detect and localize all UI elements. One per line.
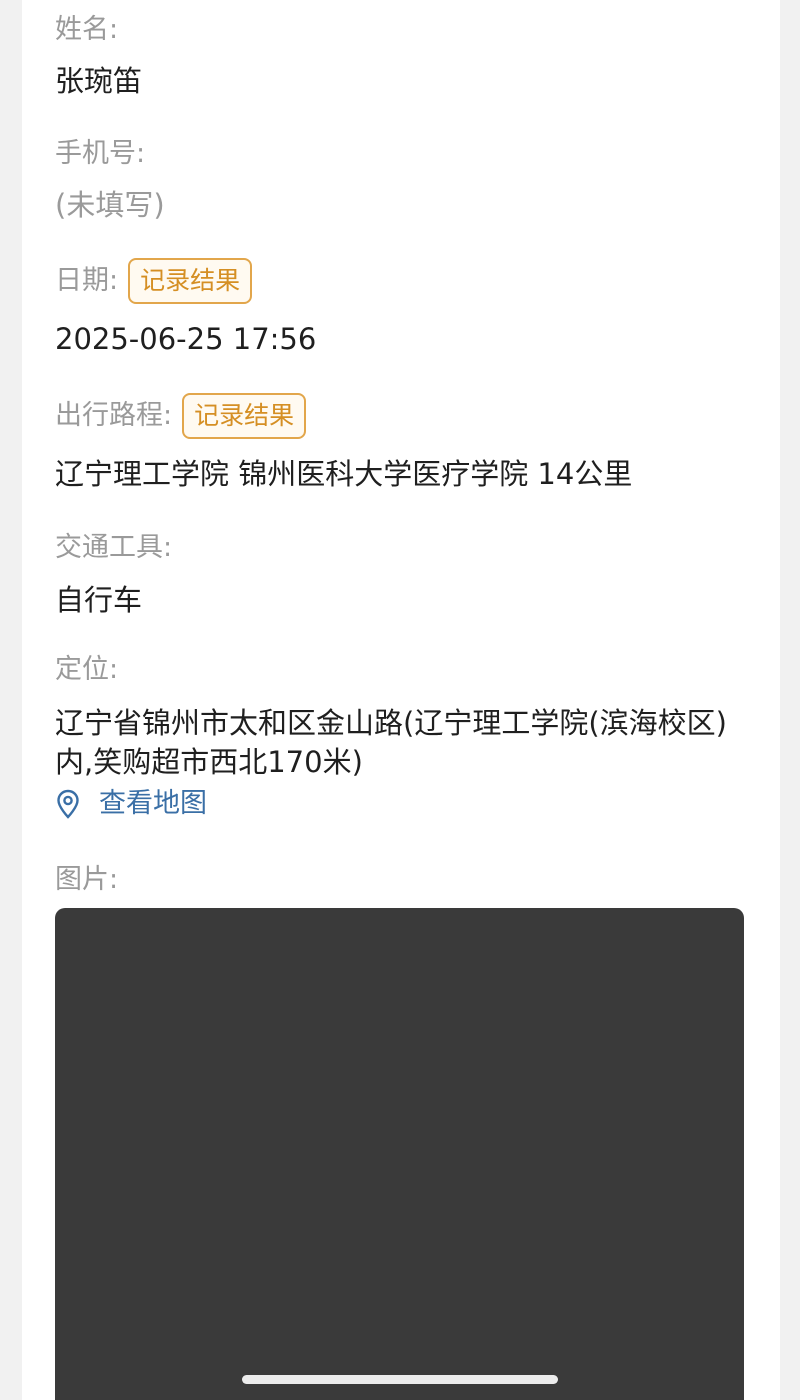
record-detail-card: 姓名: 张琬笛 手机号: (未填写) 日期: 记录结果 2025-06-25 1… [22, 0, 780, 1400]
phone-label: 手机号: [55, 138, 146, 169]
transport-label: 交通工具: [55, 532, 173, 563]
location-value: 辽宁省锦州市太和区金山路(辽宁理工学院(滨海校区)内,笑购超市西北170米) [55, 706, 727, 779]
route-record-result-tag[interactable]: 记录结果 [182, 393, 307, 439]
attached-photo[interactable] [55, 908, 744, 1400]
date-value: 2025-06-25 17:56 [55, 322, 317, 356]
photo-label: 图片: [55, 864, 119, 895]
date-label: 日期: 记录结果 [55, 258, 253, 304]
name-value: 张琬笛 [55, 64, 143, 98]
home-indicator[interactable] [242, 1375, 558, 1384]
transport-value: 自行车 [55, 583, 143, 617]
route-label: 出行路程: 记录结果 [55, 393, 307, 439]
location-label: 定位: [55, 654, 119, 685]
location-pin-icon [57, 789, 79, 819]
date-record-result-tag[interactable]: 记录结果 [128, 258, 253, 304]
view-map-link[interactable]: 查看地图 [55, 786, 207, 822]
phone-value: (未填写) [55, 188, 165, 222]
route-value: 辽宁理工学院 锦州医科大学医疗学院 14公里 [55, 457, 633, 491]
view-map-label[interactable]: 查看地图 [99, 786, 207, 822]
name-label: 姓名: [55, 14, 119, 45]
